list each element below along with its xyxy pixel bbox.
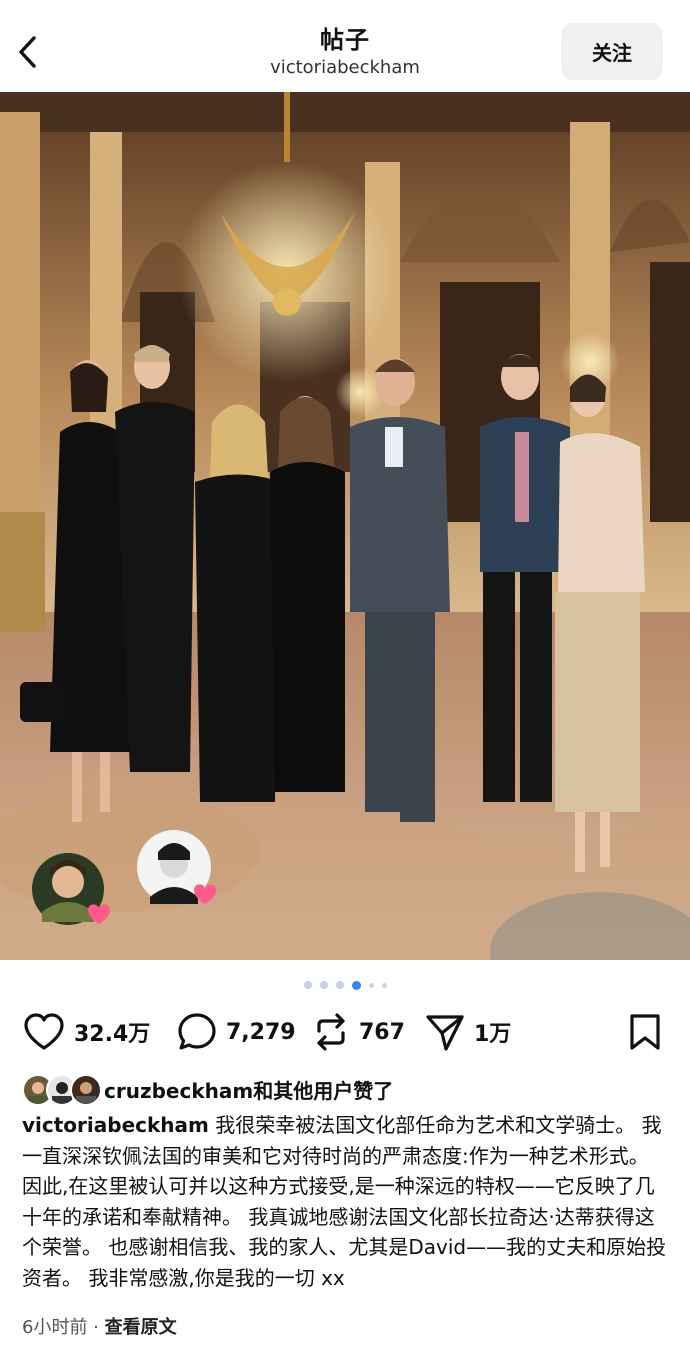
action-bar: 32.4万 7,279 767 1万 — [0, 1008, 690, 1056]
post-caption: victoriabeckham 我很荣幸被法国文化部任命为艺术和文学骑士。 我一… — [22, 1110, 672, 1293]
comment-count: 7,279 — [226, 1019, 296, 1045]
repost-icon — [317, 1013, 345, 1051]
liked-by-text: cruzbeckham和其他用户赞了 — [104, 1075, 393, 1104]
view-original-link[interactable]: 查看原文 — [105, 1317, 177, 1338]
caption-username[interactable]: victoriabeckham — [22, 1113, 209, 1137]
post-meta: 6小时前 · 查看原文 — [22, 1313, 177, 1339]
carousel-dot[interactable] — [381, 982, 387, 988]
carousel-indicator — [0, 980, 690, 990]
avatar — [70, 1074, 102, 1106]
bookmark-icon — [630, 1014, 660, 1050]
save-button[interactable] — [628, 1008, 662, 1056]
top-bar: 帖子 victoriabeckham 关注 — [0, 0, 690, 92]
liked-by-suffix: 和其他用户赞了 — [253, 1078, 394, 1103]
carousel-dot-active[interactable] — [351, 980, 361, 990]
comment-button[interactable]: 7,279 — [176, 1008, 296, 1056]
share-count: 1万 — [474, 1022, 512, 1047]
carousel-dot[interactable] — [368, 982, 374, 988]
like-count: 32.4万 — [74, 1022, 151, 1047]
carousel-dot[interactable] — [335, 981, 344, 989]
repost-count: 767 — [359, 1019, 405, 1045]
liked-by-row[interactable]: cruzbeckham和其他用户赞了 — [22, 1072, 393, 1106]
caption-text: 我很荣幸被法国文化部任命为艺术和文学骑士。 我一直深深钦佩法国的审美和它对待时尚… — [22, 1113, 667, 1290]
repost-button[interactable]: 767 — [311, 1008, 405, 1056]
post-time: 6小时前 — [22, 1317, 88, 1338]
carousel-dot[interactable] — [319, 981, 328, 989]
like-button[interactable]: 32.4万 — [22, 1008, 150, 1056]
liker-avatars — [22, 1073, 102, 1106]
carousel-dot[interactable] — [303, 981, 312, 989]
meta-separator: · — [87, 1317, 105, 1338]
send-icon — [426, 1015, 464, 1051]
share-button[interactable]: 1万 — [424, 1008, 511, 1056]
heart-icon — [24, 1013, 64, 1050]
comment-icon — [178, 1013, 216, 1050]
post-photo[interactable] — [0, 92, 690, 960]
follow-button[interactable]: 关注 — [561, 23, 663, 80]
liker-username[interactable]: cruzbeckham — [104, 1079, 253, 1103]
